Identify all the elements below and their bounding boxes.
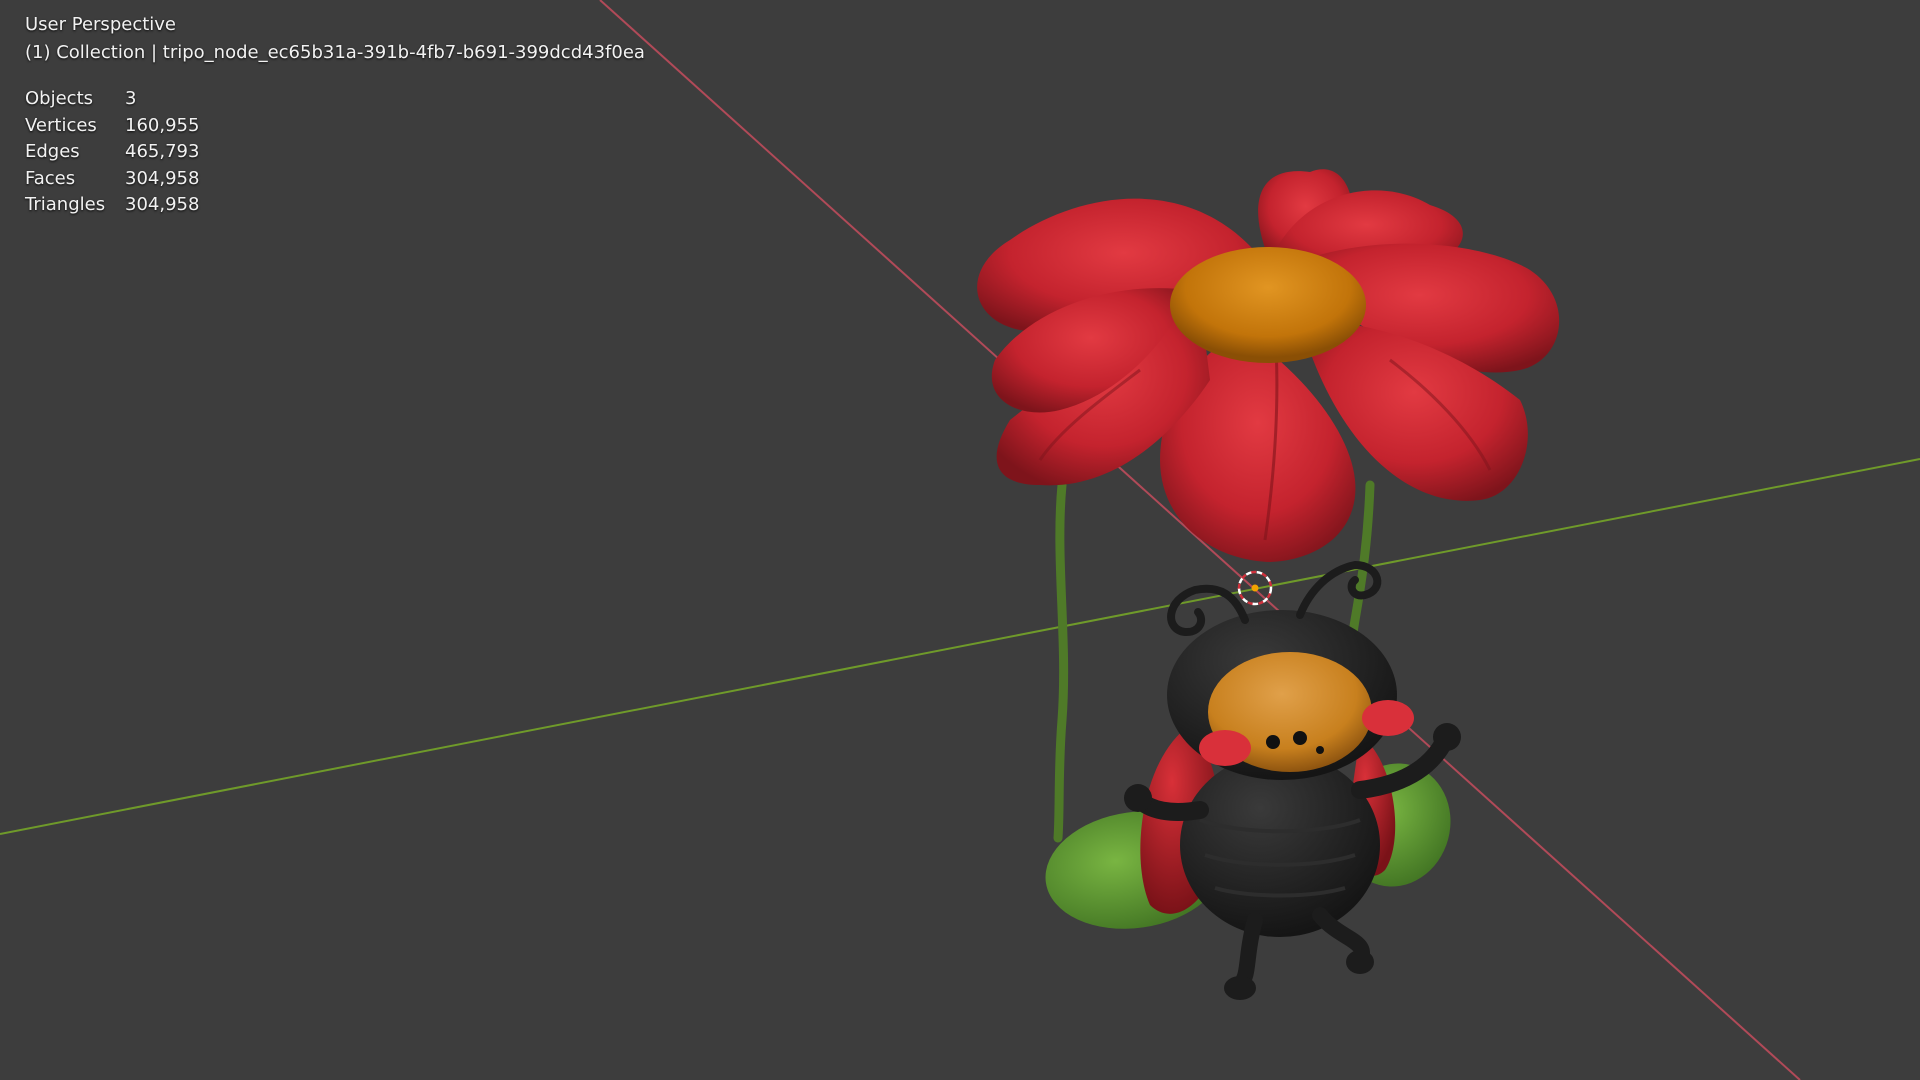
3d-viewport[interactable]: User Perspective (1) Collection | tripo_…	[0, 0, 1920, 1080]
y-axis-line	[0, 458, 1920, 835]
x-axis-line	[599, 0, 1801, 1080]
ladybug	[1124, 560, 1461, 1000]
flower-stem-left	[1053, 480, 1069, 843]
3d-cursor-icon	[1237, 570, 1273, 606]
viewport-scene	[0, 0, 1920, 1080]
